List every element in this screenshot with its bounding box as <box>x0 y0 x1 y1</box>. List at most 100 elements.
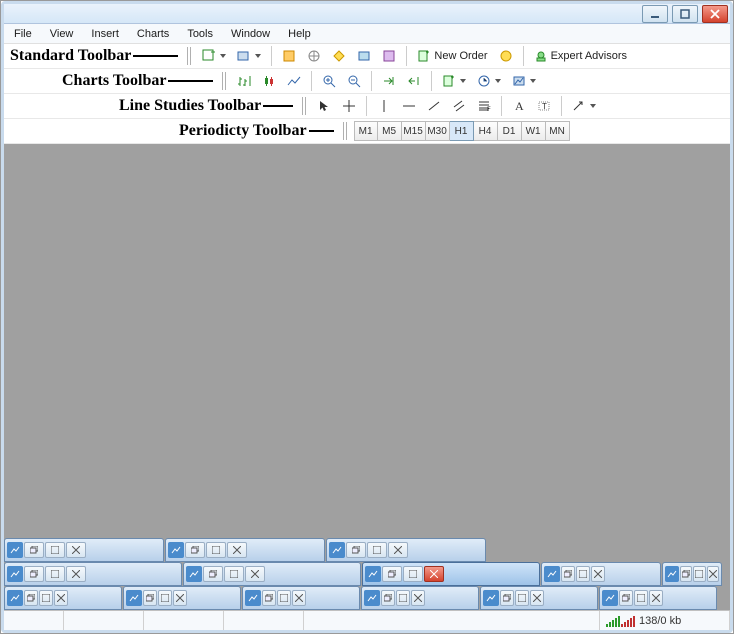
new-order-button[interactable]: New Order <box>413 45 491 67</box>
menu-window[interactable]: Window <box>231 28 270 40</box>
market-watch-button[interactable] <box>278 45 300 67</box>
chart-close-button[interactable] <box>227 542 247 558</box>
chart-window-titlebar[interactable] <box>165 538 325 562</box>
chart-window-titlebar[interactable] <box>662 562 722 586</box>
chart-maximize-button[interactable] <box>403 566 423 582</box>
chart-restore-button[interactable] <box>561 566 575 582</box>
chart-maximize-button[interactable] <box>515 590 529 606</box>
bar-chart-button[interactable] <box>233 70 255 92</box>
toolbar-grip[interactable] <box>187 47 193 65</box>
menu-tools[interactable]: Tools <box>187 28 213 40</box>
chart-close-button[interactable] <box>54 590 68 606</box>
meta-editor-button[interactable] <box>495 45 517 67</box>
chart-close-button[interactable] <box>292 590 306 606</box>
period-m15[interactable]: M15 <box>402 121 426 141</box>
chart-restore-button[interactable] <box>382 566 402 582</box>
chart-window-titlebar[interactable] <box>599 586 717 610</box>
period-w1[interactable]: W1 <box>522 121 546 141</box>
toolbar-grip[interactable] <box>222 72 228 90</box>
expert-advisors-button[interactable]: Expert Advisors <box>530 45 631 67</box>
horizontal-line-button[interactable] <box>398 95 420 117</box>
chart-maximize-button[interactable] <box>396 590 410 606</box>
chart-maximize-button[interactable] <box>39 590 53 606</box>
chart-restore-button[interactable] <box>203 566 223 582</box>
chart-window-titlebar[interactable] <box>361 586 479 610</box>
chart-restore-button[interactable] <box>262 590 276 606</box>
chart-restore-button[interactable] <box>346 542 366 558</box>
periods-button[interactable] <box>473 70 505 92</box>
menu-file[interactable]: File <box>14 28 32 40</box>
chart-maximize-button[interactable] <box>224 566 244 582</box>
chart-restore-button[interactable] <box>24 566 44 582</box>
menu-help[interactable]: Help <box>288 28 311 40</box>
chart-window-titlebar[interactable] <box>4 586 122 610</box>
chart-maximize-button[interactable] <box>206 542 226 558</box>
new-chart-button[interactable] <box>198 45 230 67</box>
toolbar-grip[interactable] <box>343 122 349 140</box>
line-chart-button[interactable] <box>283 70 305 92</box>
text-button[interactable]: A <box>508 95 530 117</box>
trendline-button[interactable] <box>423 95 445 117</box>
strategy-tester-button[interactable] <box>378 45 400 67</box>
period-h1[interactable]: H1 <box>450 121 474 141</box>
chart-close-button[interactable] <box>707 566 719 582</box>
vertical-line-button[interactable] <box>373 95 395 117</box>
status-connection[interactable]: 138/0 kb <box>600 611 730 630</box>
equidistant-channel-button[interactable] <box>448 95 470 117</box>
chart-window-titlebar[interactable] <box>4 562 182 586</box>
chart-close-button[interactable] <box>530 590 544 606</box>
chart-maximize-button[interactable] <box>693 566 705 582</box>
chart-window-titlebar[interactable] <box>541 562 661 586</box>
profiles-button[interactable] <box>233 45 265 67</box>
navigator-button[interactable] <box>328 45 350 67</box>
chart-window-titlebar[interactable] <box>480 586 598 610</box>
period-d1[interactable]: D1 <box>498 121 522 141</box>
chart-close-button[interactable] <box>245 566 265 582</box>
candlestick-button[interactable] <box>258 70 280 92</box>
chart-close-button[interactable] <box>411 590 425 606</box>
arrows-button[interactable] <box>568 95 600 117</box>
chart-restore-button[interactable] <box>619 590 633 606</box>
terminal-button[interactable] <box>353 45 375 67</box>
menu-charts[interactable]: Charts <box>137 28 169 40</box>
chart-window-titlebar[interactable] <box>183 562 361 586</box>
zoom-in-button[interactable] <box>318 70 340 92</box>
chart-maximize-button[interactable] <box>45 566 65 582</box>
chart-close-button[interactable] <box>388 542 408 558</box>
chart-close-button[interactable] <box>424 566 444 582</box>
chart-restore-button[interactable] <box>24 542 44 558</box>
chart-restore-button[interactable] <box>185 542 205 558</box>
zoom-out-button[interactable] <box>343 70 365 92</box>
menu-view[interactable]: View <box>50 28 74 40</box>
indicators-button[interactable] <box>438 70 470 92</box>
chart-window-titlebar[interactable] <box>362 562 540 586</box>
chart-maximize-button[interactable] <box>277 590 291 606</box>
chart-restore-button[interactable] <box>143 590 157 606</box>
period-m1[interactable]: M1 <box>354 121 378 141</box>
period-mn[interactable]: MN <box>546 121 570 141</box>
chart-maximize-button[interactable] <box>45 542 65 558</box>
chart-restore-button[interactable] <box>381 590 395 606</box>
chart-window-titlebar[interactable] <box>123 586 241 610</box>
text-label-button[interactable]: T <box>533 95 555 117</box>
fibonacci-button[interactable]: F <box>473 95 495 117</box>
chart-restore-button[interactable] <box>24 590 38 606</box>
chart-shift-button[interactable] <box>403 70 425 92</box>
chart-restore-button[interactable] <box>680 566 692 582</box>
chart-close-button[interactable] <box>66 566 86 582</box>
period-m30[interactable]: M30 <box>426 121 450 141</box>
chart-restore-button[interactable] <box>500 590 514 606</box>
close-button[interactable] <box>702 5 728 23</box>
cursor-button[interactable] <box>313 95 335 117</box>
data-window-button[interactable] <box>303 45 325 67</box>
chart-window-titlebar[interactable] <box>242 586 360 610</box>
chart-maximize-button[interactable] <box>634 590 648 606</box>
period-h4[interactable]: H4 <box>474 121 498 141</box>
templates-button[interactable] <box>508 70 540 92</box>
chart-window-titlebar[interactable] <box>326 538 486 562</box>
chart-maximize-button[interactable] <box>576 566 590 582</box>
toolbar-grip[interactable] <box>302 97 308 115</box>
chart-maximize-button[interactable] <box>367 542 387 558</box>
chart-maximize-button[interactable] <box>158 590 172 606</box>
chart-close-button[interactable] <box>649 590 663 606</box>
